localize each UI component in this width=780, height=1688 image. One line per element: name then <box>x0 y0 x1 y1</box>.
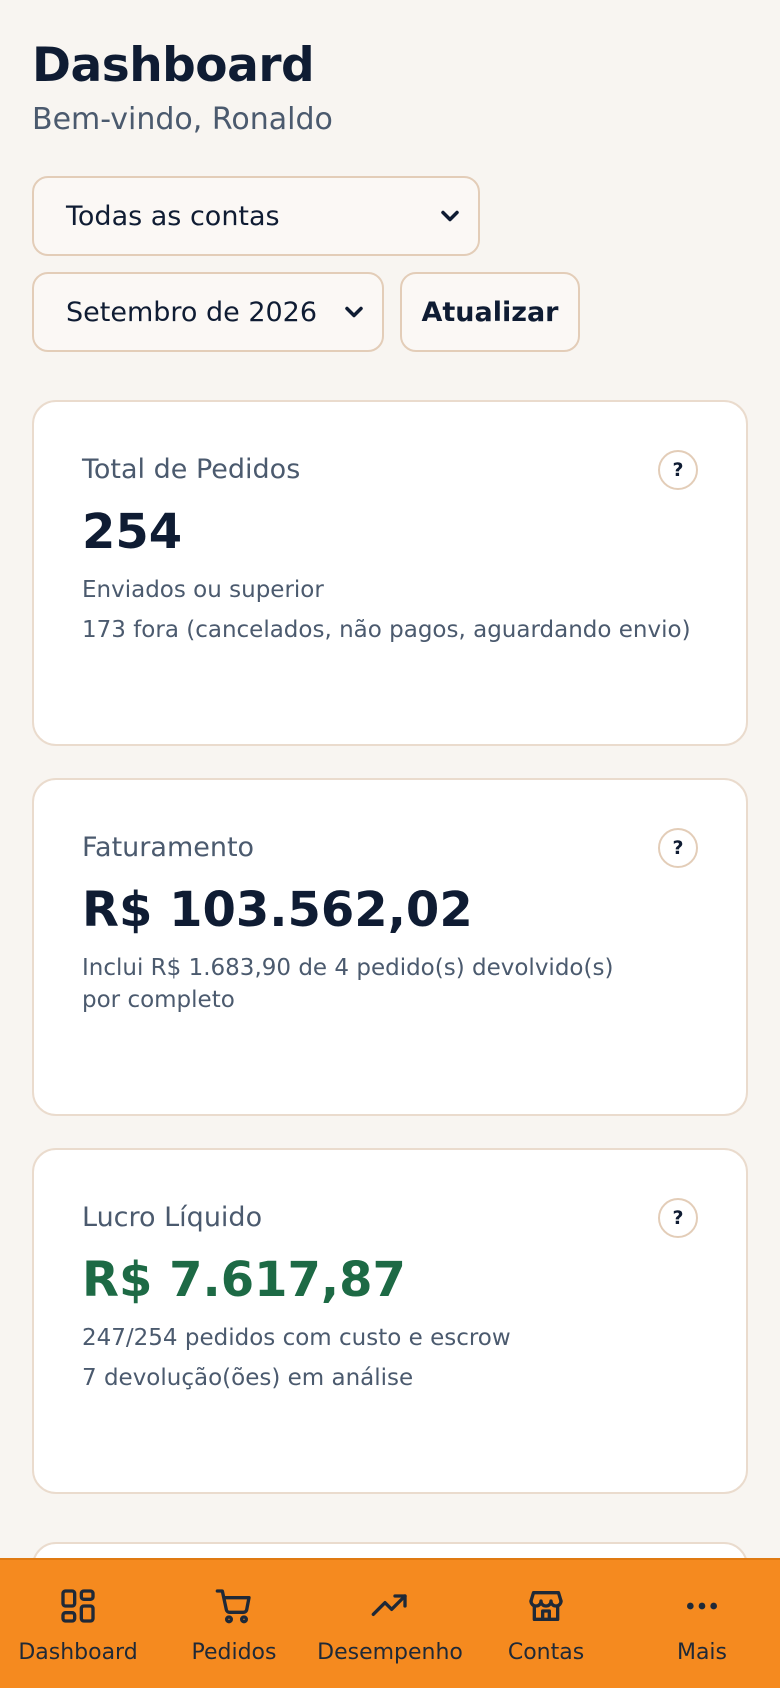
page-title: Dashboard <box>32 38 315 93</box>
account-select-value: Todas as contas <box>66 200 280 232</box>
card-label: Total de Pedidos <box>82 454 301 485</box>
month-select-value: Setembro de 2026 <box>66 296 318 328</box>
dashboard-page: Dashboard Bem-vindo, Ronaldo Todas as co… <box>0 0 780 1688</box>
nav-label: Desempenho <box>317 1640 463 1665</box>
nav-label: Pedidos <box>191 1640 277 1665</box>
chevron-down-icon <box>345 306 363 318</box>
month-select[interactable]: Setembro de 2026 <box>32 272 384 352</box>
card-note: Inclui R$ 1.683,90 de 4 pedido(s) devolv… <box>82 955 614 1013</box>
card-note: Enviados ou superior <box>82 577 324 603</box>
total-orders-card: Total de Pedidos ? 254 Enviados ou super… <box>32 400 748 746</box>
net-profit-card: Lucro Líquido ? R$ 7.617,87 247/254 pedi… <box>32 1148 748 1494</box>
chevron-down-icon <box>441 210 459 222</box>
nav-item-pedidos[interactable]: Pedidos <box>156 1560 312 1688</box>
card-value: 254 <box>82 504 183 560</box>
nav-item-desempenho[interactable]: Desempenho <box>312 1560 468 1688</box>
card-label: Lucro Líquido <box>82 1202 263 1233</box>
nav-item-contas[interactable]: Contas <box>468 1560 624 1688</box>
account-select[interactable]: Todas as contas <box>32 176 480 256</box>
help-button[interactable]: ? <box>658 1198 698 1238</box>
welcome-text: Bem-vindo, Ronaldo <box>32 102 333 137</box>
card-label: Faturamento <box>82 832 255 863</box>
refresh-button[interactable]: Atualizar <box>400 272 580 352</box>
nav-item-mais[interactable]: Mais <box>624 1560 780 1688</box>
trending-up-icon <box>371 1594 407 1616</box>
card-note: 173 fora (cancelados, não pagos, aguarda… <box>82 617 691 643</box>
bottom-nav: Dashboard Pedidos Desempenho Contas Mais <box>0 1558 780 1688</box>
card-value: R$ 7.617,87 <box>82 1252 406 1308</box>
help-button[interactable]: ? <box>658 450 698 490</box>
card-note: 247/254 pedidos com custo e escrow <box>82 1325 511 1351</box>
nav-label: Dashboard <box>18 1640 138 1665</box>
dashboard-icon <box>61 1589 95 1623</box>
cart-icon <box>215 1589 251 1624</box>
store-icon <box>529 1591 563 1621</box>
more-icon <box>687 1602 717 1610</box>
revenue-card: Faturamento ? R$ 103.562,02 Inclui R$ 1.… <box>32 778 748 1116</box>
nav-label: Contas <box>507 1640 585 1665</box>
card-note: 7 devolução(ões) em análise <box>82 1365 414 1391</box>
nav-item-dashboard[interactable]: Dashboard <box>0 1560 156 1688</box>
nav-label: Mais <box>676 1640 728 1665</box>
help-button[interactable]: ? <box>658 828 698 868</box>
card-value: R$ 103.562,02 <box>82 882 473 938</box>
